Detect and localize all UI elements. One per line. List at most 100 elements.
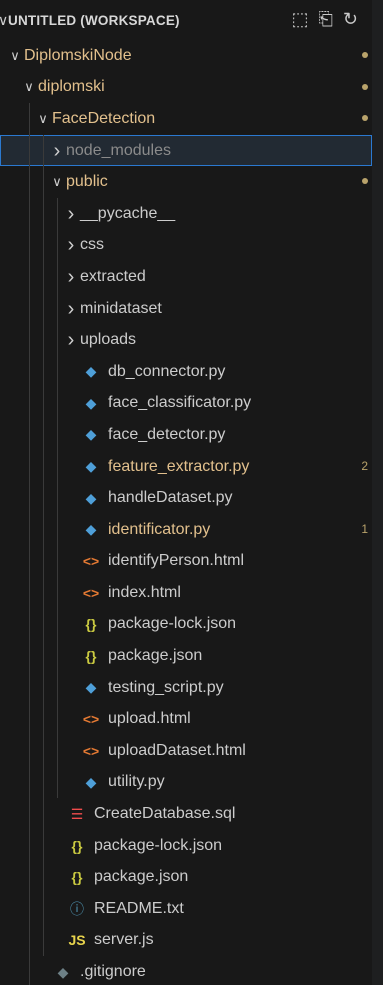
tree-item-utility-py[interactable]: ◆ utility.py	[0, 766, 372, 799]
new-folder-icon[interactable]: ⎗	[319, 9, 333, 29]
indent-guide	[29, 292, 30, 325]
tree-item-createdatabase-sql[interactable]: ☰ CreateDatabase.sql	[0, 798, 372, 830]
tree-item-facedetection[interactable]: ∨ FaceDetection	[0, 103, 372, 135]
chevron-right-icon[interactable]: ›	[48, 141, 66, 161]
chevron-down-icon[interactable]: ∨	[34, 111, 52, 127]
tree-item-public[interactable]: ∨ public	[0, 166, 372, 198]
tree-item-label: db_connector.py	[108, 362, 226, 380]
indent-guide	[57, 197, 58, 230]
indent-guide	[29, 387, 30, 420]
tree-item-uploads[interactable]: › uploads	[0, 324, 372, 356]
tree-item-readme-txt[interactable]: ⓘ README.txt	[0, 893, 372, 925]
tree-item-label: public	[66, 173, 108, 191]
indent-guide	[43, 545, 44, 578]
json-file-icon: {}	[71, 869, 83, 886]
tree-item-label: face_detector.py	[108, 425, 226, 443]
database-file-icon: ☰	[70, 805, 84, 822]
tree-item-package-json[interactable]: {} package.json	[0, 640, 372, 672]
indent-guide	[43, 577, 44, 609]
indent-guide	[43, 513, 44, 546]
tree-item-label: package.json	[108, 647, 203, 665]
tree-item-minidataset[interactable]: › minidataset	[0, 292, 372, 325]
indent-guide	[57, 671, 58, 704]
indent-guide	[29, 829, 30, 862]
tree-item-package-lock-json[interactable]: {} package-lock.json	[0, 608, 372, 641]
indent-guide	[43, 766, 44, 799]
chevron-down-icon[interactable]: ∨	[20, 79, 38, 95]
indent-guide	[29, 545, 30, 578]
python-file-icon: ◆	[85, 458, 97, 475]
json-file-icon: {}	[71, 837, 83, 854]
indent-guide	[57, 608, 58, 641]
chevron-right-icon[interactable]: ›	[62, 235, 80, 255]
indent-guide	[43, 861, 44, 894]
indent-guide	[43, 261, 44, 293]
indent-guide	[57, 355, 58, 388]
tree-item-testing-script-py[interactable]: ◆ testing_script.py	[0, 671, 372, 704]
tree-item-server-js[interactable]: JS server.js	[0, 924, 372, 957]
tree-item-label: feature_extractor.py	[108, 457, 250, 475]
html-file-icon: <>	[82, 711, 100, 728]
indent-guide	[43, 229, 44, 262]
tree-item-handledataset-py[interactable]: ◆ handleDataset.py	[0, 482, 372, 514]
chevron-right-icon[interactable]: ›	[62, 330, 80, 350]
html-file-icon: <>	[82, 553, 100, 570]
workspace-title[interactable]: UNTITLED (WORKSPACE)	[8, 13, 180, 28]
tree-item-extracted[interactable]: › extracted	[0, 261, 372, 293]
indent-guide	[29, 103, 30, 135]
indent-guide	[29, 577, 30, 609]
chevron-right-icon[interactable]: ›	[62, 204, 80, 224]
indent-guide	[57, 482, 58, 514]
tree-item-feature-extractor-py[interactable]: ◆ feature_extractor.py 2	[0, 450, 372, 483]
indent-guide	[43, 450, 44, 483]
chevron-down-icon[interactable]: ∨	[6, 48, 24, 64]
tree-item-package-json[interactable]: {} package.json	[0, 861, 372, 894]
indent-guide	[29, 513, 30, 546]
tree-item-identifyperson-html[interactable]: <> identifyPerson.html	[0, 545, 372, 578]
chevron-right-icon[interactable]: ›	[62, 267, 80, 287]
indent-guide	[29, 735, 30, 767]
indent-guide	[29, 703, 30, 736]
tree-item-label: uploads	[80, 331, 137, 349]
html-file-icon: <>	[82, 584, 100, 601]
problem-count-badge: 1	[361, 521, 368, 536]
tree-item-db-connector-py[interactable]: ◆ db_connector.py	[0, 355, 372, 388]
tree-item-face-detector-py[interactable]: ◆ face_detector.py	[0, 419, 372, 451]
indent-guide	[29, 798, 30, 830]
tree-item-label: server.js	[94, 931, 154, 949]
tree-item-gitignore[interactable]: ◆ .gitignore	[0, 956, 372, 985]
chevron-down-icon[interactable]: ∨	[0, 12, 8, 29]
indent-guide	[29, 482, 30, 514]
tree-item-css[interactable]: › css	[0, 229, 372, 262]
python-file-icon: ◆	[85, 679, 97, 696]
chevron-right-icon[interactable]: ›	[62, 299, 80, 319]
tree-item-face-classificator-py[interactable]: ◆ face_classificator.py	[0, 387, 372, 420]
tree-item-label: identifyPerson.html	[108, 552, 245, 570]
python-file-icon: ◆	[85, 489, 97, 506]
tree-item-label: CreateDatabase.sql	[94, 805, 236, 823]
indent-guide	[29, 956, 30, 985]
indent-guide	[29, 671, 30, 704]
tree-item-upload-html[interactable]: <> upload.html	[0, 703, 372, 736]
chevron-down-icon[interactable]: ∨	[48, 174, 66, 190]
tree-item-identificator-py[interactable]: ◆ identificator.py 1	[0, 513, 372, 546]
tree-item-diplomski[interactable]: ∨ diplomski	[0, 72, 372, 104]
python-file-icon: ◆	[85, 521, 97, 538]
explorer-header[interactable]: ∨ UNTITLED (WORKSPACE) ⬚ ⎗ ↻	[0, 0, 372, 40]
indent-guide	[29, 197, 30, 230]
tree-item-label: identificator.py	[108, 520, 211, 538]
refresh-icon[interactable]: ↻	[343, 9, 358, 29]
tree-item-index-html[interactable]: <> index.html	[0, 577, 372, 609]
tree-item-uploaddataset-html[interactable]: <> uploadDataset.html	[0, 735, 372, 767]
tree-item-pycache[interactable]: › __pycache__	[0, 197, 372, 230]
explorer-actions: ⬚ ⎗ ↻	[291, 9, 358, 29]
tree-item-label: README.txt	[94, 899, 184, 917]
indent-guide	[43, 482, 44, 514]
tree-item-label: package.json	[94, 868, 189, 886]
tree-item-node-modules[interactable]: › node_modules	[0, 134, 372, 167]
tree-item-package-lock-json[interactable]: {} package-lock.json	[0, 829, 372, 862]
indent-guide	[57, 450, 58, 483]
indent-guide	[43, 608, 44, 641]
new-file-icon[interactable]: ⬚	[291, 9, 308, 29]
tree-item-diplomskinode[interactable]: ∨ DiplomskiNode	[0, 40, 372, 72]
